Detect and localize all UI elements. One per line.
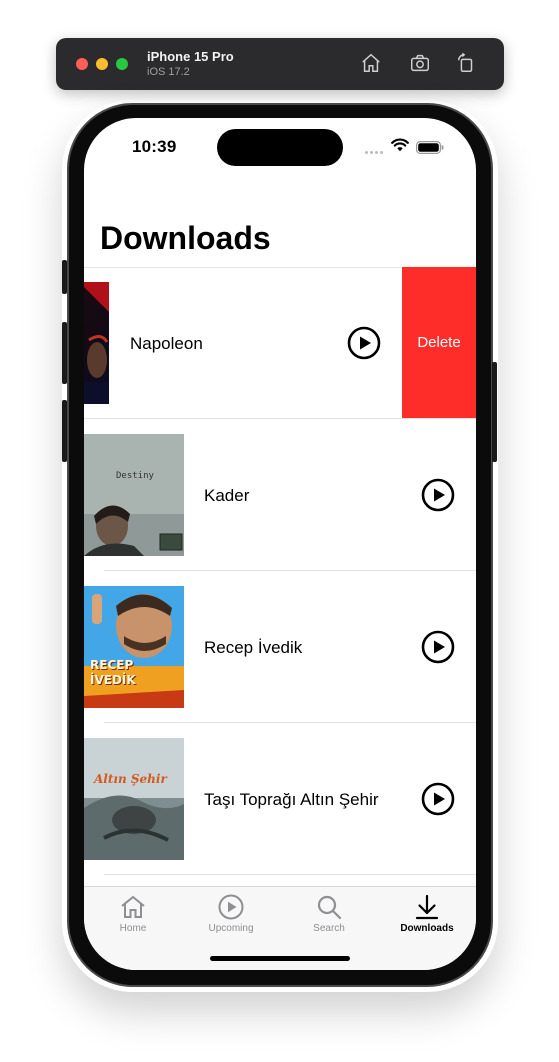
wifi-icon <box>391 138 409 152</box>
poster-thumbnail: RECEP İVEDİK <box>84 586 184 708</box>
minimize-window-button[interactable] <box>96 58 108 70</box>
poster-caption: RECEP İVEDİK <box>90 658 136 687</box>
volume-up-button <box>62 322 67 384</box>
home-indicator <box>210 956 350 961</box>
page-title: Downloads <box>100 220 271 256</box>
arrow-down-icon <box>415 894 439 920</box>
row-divider <box>104 874 476 875</box>
play-circle-icon[interactable] <box>421 478 455 512</box>
rotate-icon[interactable] <box>455 52 479 76</box>
simulator-title-bar: iPhone 15 Pro iOS 17.2 <box>56 38 504 90</box>
download-title: Kader <box>204 486 250 505</box>
close-window-button[interactable] <box>76 58 88 70</box>
download-title: Napoleon <box>130 334 203 353</box>
volume-down-button <box>62 400 67 462</box>
play-circle-icon[interactable] <box>421 630 455 664</box>
play-circle-icon[interactable] <box>347 326 381 360</box>
tab-search[interactable]: Search <box>280 893 378 934</box>
download-row-napoleon[interactable]: Napoleon Delete <box>84 267 476 419</box>
cellular-signal-icon <box>365 151 385 155</box>
action-button <box>62 260 67 294</box>
battery-icon <box>416 141 444 154</box>
tab-label: Search <box>313 923 345 934</box>
tab-label: Upcoming <box>208 923 254 934</box>
tab-home[interactable]: Home <box>84 893 182 934</box>
house-icon <box>121 895 145 918</box>
tab-upcoming[interactable]: Upcoming <box>182 893 280 934</box>
download-title: Taşı Toprağı Altın Şehir <box>204 790 379 809</box>
tab-label: Home <box>119 923 147 934</box>
poster-thumbnail: Altın Şehir <box>84 738 184 860</box>
poster-caption: Altın Şehir <box>94 772 167 786</box>
zoom-window-button[interactable] <box>116 58 128 70</box>
delete-button[interactable]: Delete <box>402 267 476 418</box>
poster-thumbnail <box>84 282 109 404</box>
status-time: 10:39 <box>132 137 177 156</box>
power-button <box>492 362 497 462</box>
phone-screen: 10:39 Downloads Napoleon Delete Destiny … <box>84 118 476 970</box>
device-name: iPhone 15 Pro <box>147 49 234 64</box>
home-icon[interactable] <box>360 52 384 76</box>
play-circle-icon[interactable] <box>421 782 455 816</box>
download-title: Recep İvedik <box>204 638 303 657</box>
tab-label: Downloads <box>400 923 454 934</box>
poster-thumbnail: Destiny <box>84 434 184 556</box>
screenshot-icon[interactable] <box>409 52 433 76</box>
play-circle-icon <box>218 894 244 920</box>
download-row-tasi-topragi-altin-sehir[interactable]: Altın Şehir Taşı Toprağı Altın Şehir <box>84 723 476 875</box>
poster-caption: Destiny <box>116 471 154 481</box>
tab-downloads[interactable]: Downloads <box>378 893 476 934</box>
os-version: iOS 17.2 <box>147 66 190 78</box>
magnifying-glass-icon <box>317 895 342 920</box>
dynamic-island <box>217 129 343 166</box>
download-row-recep-ivedik[interactable]: RECEP İVEDİK Recep İvedik <box>84 571 476 723</box>
download-row-kader[interactable]: Destiny Kader <box>84 419 476 571</box>
